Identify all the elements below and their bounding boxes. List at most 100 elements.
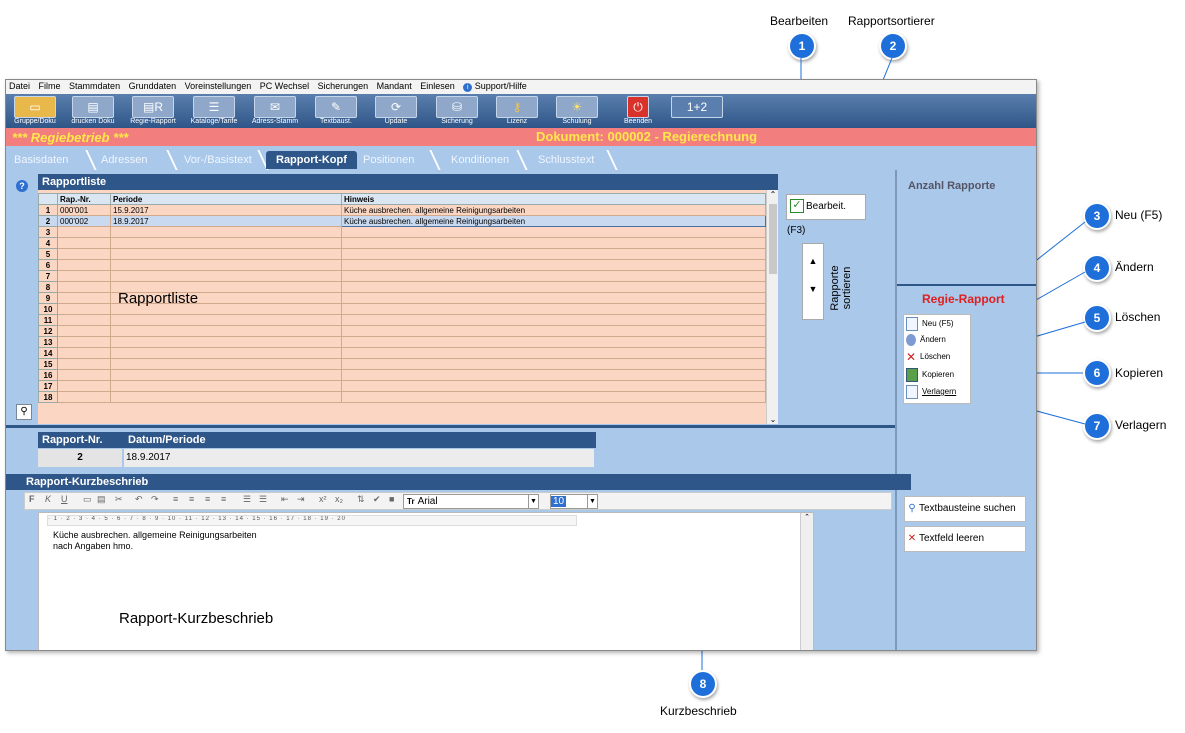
table-row[interactable]: 3 <box>38 226 766 238</box>
tab-separator <box>85 150 97 170</box>
table-row[interactable]: 14 <box>38 347 766 359</box>
paste-icon[interactable]: ▤ <box>97 494 106 505</box>
text-editor[interactable]: · 1 · 2 · 3 · 4 · 5 · 6 · 7 · 8 · 9 · 10… <box>38 512 814 650</box>
toolbar-calc[interactable]: 1+2 <box>670 96 724 126</box>
toolbar-adress-stamm[interactable]: ✉ Adress-Stamm <box>248 96 302 126</box>
redo-icon[interactable]: ↷ <box>151 494 159 505</box>
scroll-up-icon[interactable]: ⌃ <box>767 190 778 199</box>
toolbar-lizenz[interactable]: ⚷ Lizenz <box>490 96 544 126</box>
menu-bar: Datei Filme Stammdaten Grunddaten Vorein… <box>6 80 1036 94</box>
table-row[interactable]: 6 <box>38 259 766 271</box>
menu-mandant[interactable]: Mandant <box>374 80 415 92</box>
toolbar-beenden[interactable]: ⏻ Beenden <box>611 96 665 126</box>
menu-grunddaten[interactable]: Grunddaten <box>126 80 180 92</box>
scroll-down-icon[interactable]: ⌄ <box>767 415 778 424</box>
sort-down-icon[interactable]: ▼ <box>803 284 823 294</box>
menu-sicherungen[interactable]: Sicherungen <box>315 80 372 92</box>
loeschen-button[interactable]: ✕ Löschen <box>906 351 950 363</box>
align-left-icon[interactable]: ≡ <box>173 494 178 504</box>
rapportliste-scrollbar[interactable]: ⌃ ⌄ <box>766 190 778 424</box>
magnifier-icon[interactable]: ⚲ <box>16 404 32 420</box>
outdent-icon[interactable]: ⇤ <box>281 494 289 505</box>
table-row[interactable]: 7 <box>38 270 766 282</box>
align-right-icon[interactable]: ≡ <box>205 494 210 504</box>
column-rap-nr[interactable]: Rap.-Nr. <box>57 193 111 205</box>
toolbar-update[interactable]: ⟳ Update <box>369 96 423 126</box>
menu-support[interactable]: i Support/Hilfe <box>460 80 530 93</box>
tab-adressen[interactable]: Adressen <box>101 151 147 169</box>
copy-icon[interactable]: ▭ <box>83 494 92 505</box>
align-center-icon[interactable]: ≡ <box>189 494 194 504</box>
divider-horizontal <box>6 425 895 428</box>
datum-header: Datum/Periode <box>124 432 596 448</box>
menu-datei[interactable]: Datei <box>6 80 33 92</box>
underline-icon[interactable]: U <box>61 494 68 504</box>
justify-icon[interactable]: ≡ <box>221 494 226 504</box>
datum-value[interactable]: 18.9.2017 <box>124 449 594 467</box>
menu-voreinstellungen[interactable]: Voreinstellungen <box>182 80 255 92</box>
table-row[interactable]: 12 <box>38 325 766 337</box>
color-icon[interactable]: ■ <box>389 494 394 504</box>
tab-rapport-kopf[interactable]: Rapport-Kopf <box>266 151 357 169</box>
neu-button[interactable]: Neu (F5) <box>906 317 954 331</box>
tab-vor-basistext[interactable]: Vor-/Basistext <box>184 151 252 169</box>
menu-stammdaten[interactable]: Stammdaten <box>66 80 123 92</box>
toolbar-schulung[interactable]: ☀ Schulung <box>550 96 604 126</box>
scroll-thumb[interactable] <box>769 204 777 274</box>
table-row[interactable]: 17 <box>38 380 766 392</box>
toolbar-regie-rapport[interactable]: ▤R Regie-Rapport <box>126 96 180 126</box>
font-icon: Tr <box>407 497 415 506</box>
key-icon: ⚷ <box>496 96 538 118</box>
table-row[interactable]: 1 000'001 15.9.2017 Küche ausbrechen. al… <box>38 204 766 216</box>
column-hinweis[interactable]: Hinweis <box>341 193 766 205</box>
tab-separator <box>516 150 528 170</box>
table-row[interactable]: 5 <box>38 248 766 260</box>
table-row[interactable]: 13 <box>38 336 766 348</box>
divider-horizontal <box>897 284 1036 286</box>
tab-basisdaten[interactable]: Basisdaten <box>14 151 68 169</box>
textfeld-leeren-button[interactable]: ✕ Textfeld leeren <box>904 526 1026 552</box>
toolbar-sicherung[interactable]: ⛁ Sicherung <box>430 96 484 126</box>
new-document-icon <box>906 317 918 331</box>
spellcheck-icon[interactable]: ✔ <box>373 494 381 505</box>
tab-positionen[interactable]: Positionen <box>363 151 414 169</box>
sort-icon[interactable]: ⇅ <box>357 494 365 505</box>
toolbar-textbaust[interactable]: ✎ Textbaust. <box>309 96 363 126</box>
bullet-list-icon[interactable]: ☰ <box>243 494 251 505</box>
tab-konditionen[interactable]: Konditionen <box>451 151 509 169</box>
toolbar-kataloge[interactable]: ☰ Kataloge/Tarife <box>187 96 241 126</box>
textbausteine-button[interactable]: ⚲ Textbausteine suchen <box>904 496 1026 522</box>
italic-icon[interactable]: K <box>45 494 51 504</box>
column-periode[interactable]: Periode <box>110 193 342 205</box>
table-row[interactable]: 15 <box>38 358 766 370</box>
toolbar-drucken-doku[interactable]: ▤ drucken Doku <box>66 96 120 126</box>
tab-schlusstext[interactable]: Schlusstext <box>538 151 594 169</box>
editor-scrollbar[interactable]: ⌃ <box>800 513 813 650</box>
aendern-button[interactable]: Ändern <box>906 334 946 346</box>
help-circle-icon[interactable]: ? <box>16 180 28 192</box>
ruler: · 1 · 2 · 3 · 4 · 5 · 6 · 7 · 8 · 9 · 10… <box>47 515 577 526</box>
kopieren-button[interactable]: Kopieren <box>906 368 954 382</box>
verlagern-button[interactable]: Verlagern <box>906 385 956 399</box>
undo-icon[interactable]: ↶ <box>135 494 143 505</box>
table-row-selected[interactable]: 2 000'002 18.9.2017 Küche ausbrechen. al… <box>38 215 766 227</box>
table-row[interactable]: 11 <box>38 314 766 326</box>
application-window: Datei Filme Stammdaten Grunddaten Vorein… <box>5 79 1037 651</box>
menu-pc-wechsel[interactable]: PC Wechsel <box>257 80 312 92</box>
cut-icon[interactable]: ✂ <box>115 494 123 505</box>
table-row[interactable]: 18 <box>38 391 766 403</box>
table-row[interactable]: 16 <box>38 369 766 381</box>
font-select[interactable]: Tr Arial ▼ <box>403 494 539 509</box>
table-row[interactable]: 4 <box>38 237 766 249</box>
number-list-icon[interactable]: ☰ <box>259 494 267 505</box>
menu-einlesen[interactable]: Einlesen <box>417 80 458 92</box>
sort-up-icon[interactable]: ▲ <box>803 256 823 266</box>
bearbeiten-button[interactable]: ✓ Bearbeit. (F3) <box>786 194 866 236</box>
indent-icon[interactable]: ⇥ <box>297 494 305 505</box>
font-size-select[interactable]: 10 ▼ <box>550 494 598 509</box>
superscript-icon[interactable]: x² <box>319 494 327 504</box>
subscript-icon[interactable]: x₂ <box>335 494 343 504</box>
toolbar-gruppe-doku[interactable]: ▭ Gruppe/Doku <box>8 96 62 126</box>
menu-filme[interactable]: Filme <box>36 80 64 92</box>
bold-icon[interactable]: F <box>29 494 35 504</box>
